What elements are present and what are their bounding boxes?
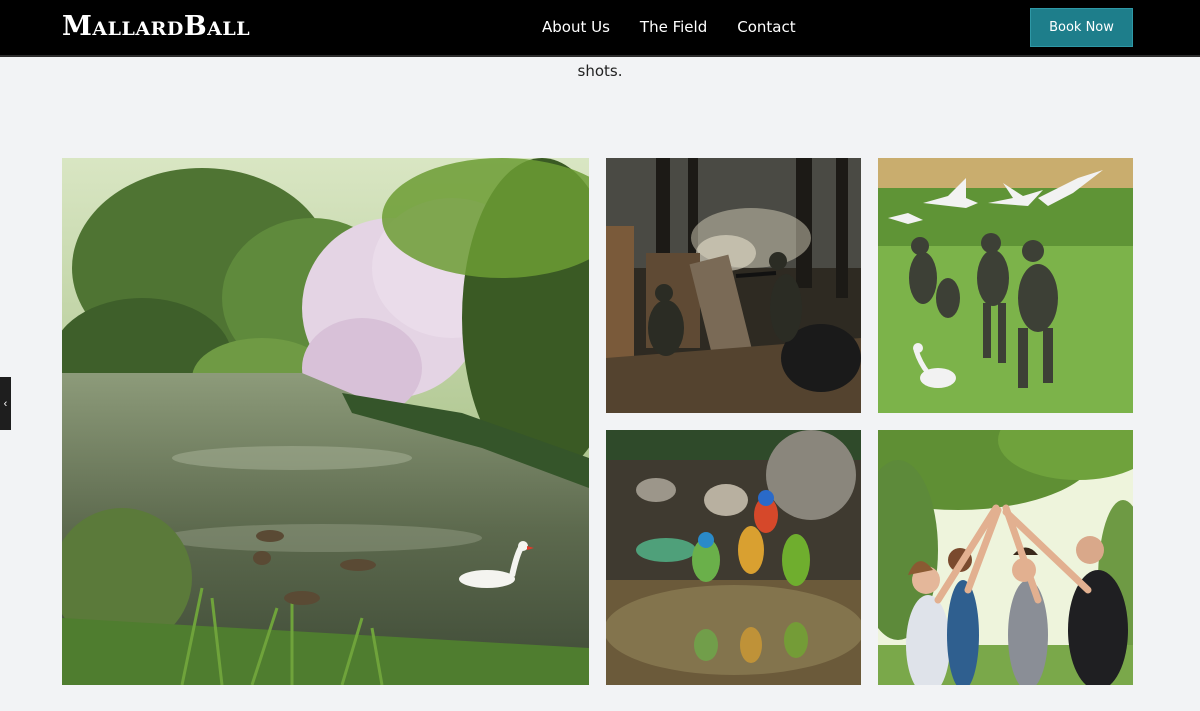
nav-link-about-us[interactable]: About Us — [542, 18, 610, 36]
main-nav: About Us The Field Contact — [542, 18, 796, 36]
gallery-image-pond[interactable] — [62, 158, 589, 685]
site-header: MallardBall About Us The Field Contact B… — [0, 0, 1200, 57]
gallery-image-geese-field[interactable] — [878, 158, 1133, 413]
gallery-image-birds[interactable] — [606, 430, 861, 685]
chevron-left-icon: ‹ — [3, 397, 8, 410]
intro-text-tail: shots. — [577, 62, 623, 80]
gallery-image-friends[interactable] — [878, 430, 1133, 685]
book-now-button[interactable]: Book Now — [1030, 8, 1133, 47]
nav-link-the-field[interactable]: The Field — [640, 18, 707, 36]
nav-link-contact[interactable]: Contact — [737, 18, 795, 36]
site-logo[interactable]: MallardBall — [62, 11, 250, 43]
carousel-prev-button[interactable]: ‹ — [0, 377, 11, 430]
gallery-image-combat[interactable] — [606, 158, 861, 413]
